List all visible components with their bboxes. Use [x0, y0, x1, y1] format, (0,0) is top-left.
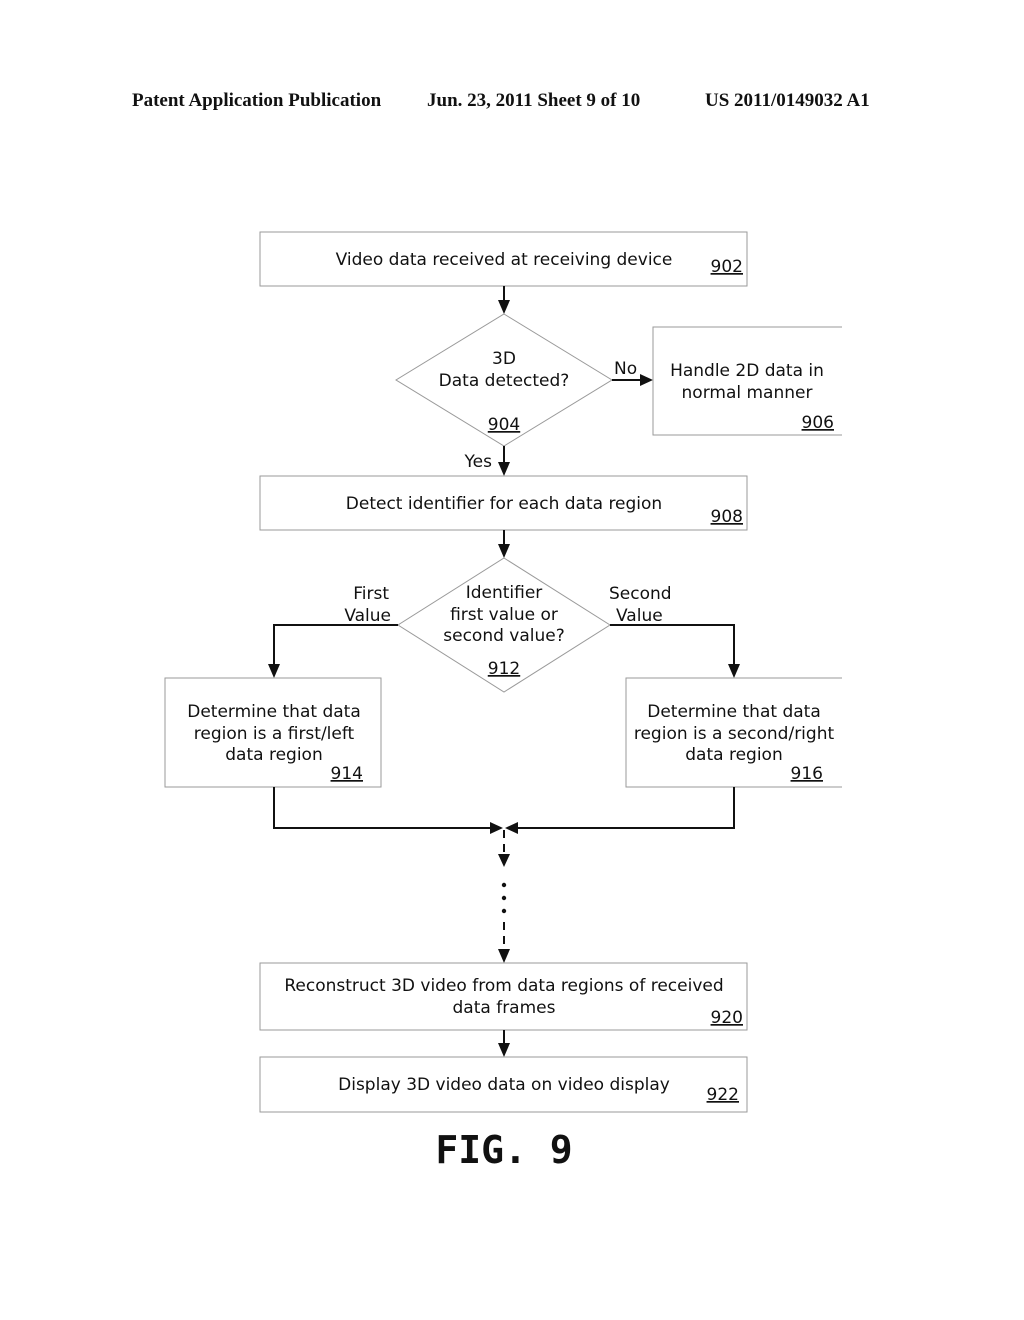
decision-912: Identifier first value or second value? … — [397, 557, 611, 693]
box-914-ref: 914 — [331, 764, 363, 784]
box-922-ref: 922 — [707, 1085, 739, 1105]
diamond-904-line2: Data detected? — [439, 371, 570, 391]
diamond-904-ref: 904 — [488, 415, 520, 435]
box-906-line1: Handle 2D data in — [670, 361, 824, 381]
edge-label-yes: Yes — [464, 452, 493, 472]
arrowhead — [498, 462, 510, 476]
box-916-ref: 916 — [791, 764, 823, 784]
arrowhead — [268, 664, 280, 678]
arrow-912-914 — [273, 624, 398, 666]
arrow-912-916 — [610, 624, 735, 666]
diamond-912-ref: 912 — [488, 659, 520, 679]
ellipsis-dot — [501, 908, 507, 914]
flowchart: Video data received at receiving device … — [164, 231, 842, 1172]
box-906-ref: 906 — [802, 413, 834, 433]
arrowhead — [490, 822, 503, 834]
arrowhead — [498, 300, 510, 314]
box-916-line1: Determine that data — [647, 702, 821, 722]
arrow-916-merge — [516, 787, 735, 829]
arrowhead — [728, 664, 740, 678]
box-902-text: Video data received at receiving device — [336, 250, 673, 270]
box-914-line1: Determine that data — [187, 702, 361, 722]
diamond-912-line3: second value? — [443, 626, 565, 646]
box-920-line1: Reconstruct 3D video from data regions o… — [284, 976, 723, 996]
arrowhead — [498, 544, 510, 558]
arrow-914-merge — [273, 787, 492, 829]
box-920-line2: data frames — [453, 998, 556, 1018]
box-916-line2: region is a second/right — [634, 724, 835, 744]
box-916-line3: data region — [685, 745, 782, 765]
box-906-line2: normal manner — [682, 383, 813, 403]
process-box-920: Reconstruct 3D video from data regions o… — [259, 962, 748, 1031]
process-box-908: Detect identifier for each data region 9… — [259, 475, 748, 531]
box-920-ref: 920 — [711, 1008, 743, 1028]
box-902-ref: 902 — [711, 257, 743, 277]
box-914-line2: region is a first/left — [194, 724, 355, 744]
box-914-line3: data region — [225, 745, 322, 765]
edge-label-no: No — [614, 359, 637, 379]
decision-904: 3D Data detected? 904 — [395, 313, 613, 447]
arrowhead — [640, 374, 653, 386]
arrowhead — [505, 822, 518, 834]
box-920-outline — [259, 962, 748, 1031]
edge-label-second-1: Second — [609, 584, 672, 604]
box-922-text: Display 3D video data on video display — [338, 1075, 670, 1095]
process-box-914: Determine that data region is a first/le… — [164, 677, 382, 788]
ellipsis-dot — [501, 882, 507, 888]
box-908-ref: 908 — [711, 507, 743, 527]
diamond-912-line2: first value or — [450, 605, 558, 625]
process-box-922: Display 3D video data on video display 9… — [259, 1056, 748, 1113]
diamond-904-line1: 3D — [492, 349, 516, 369]
ellipsis-dot — [501, 895, 507, 901]
arrowhead — [498, 1043, 510, 1057]
diamond-912-line1: Identifier — [466, 583, 543, 603]
box-908-text: Detect identifier for each data region — [346, 494, 662, 514]
arrowhead — [498, 854, 510, 867]
edge-label-first-1: First — [353, 584, 389, 604]
process-box-902: Video data received at receiving device … — [259, 231, 748, 287]
edge-label-second-2: Value — [616, 606, 663, 626]
process-box-916: Determine that data region is a second/r… — [625, 677, 842, 788]
figure-label: FIG. 9 — [435, 1128, 572, 1172]
process-box-906: Handle 2D data in normal manner 906 — [652, 326, 842, 436]
arrowhead — [498, 949, 510, 963]
edge-label-first-2: Value — [344, 606, 391, 626]
